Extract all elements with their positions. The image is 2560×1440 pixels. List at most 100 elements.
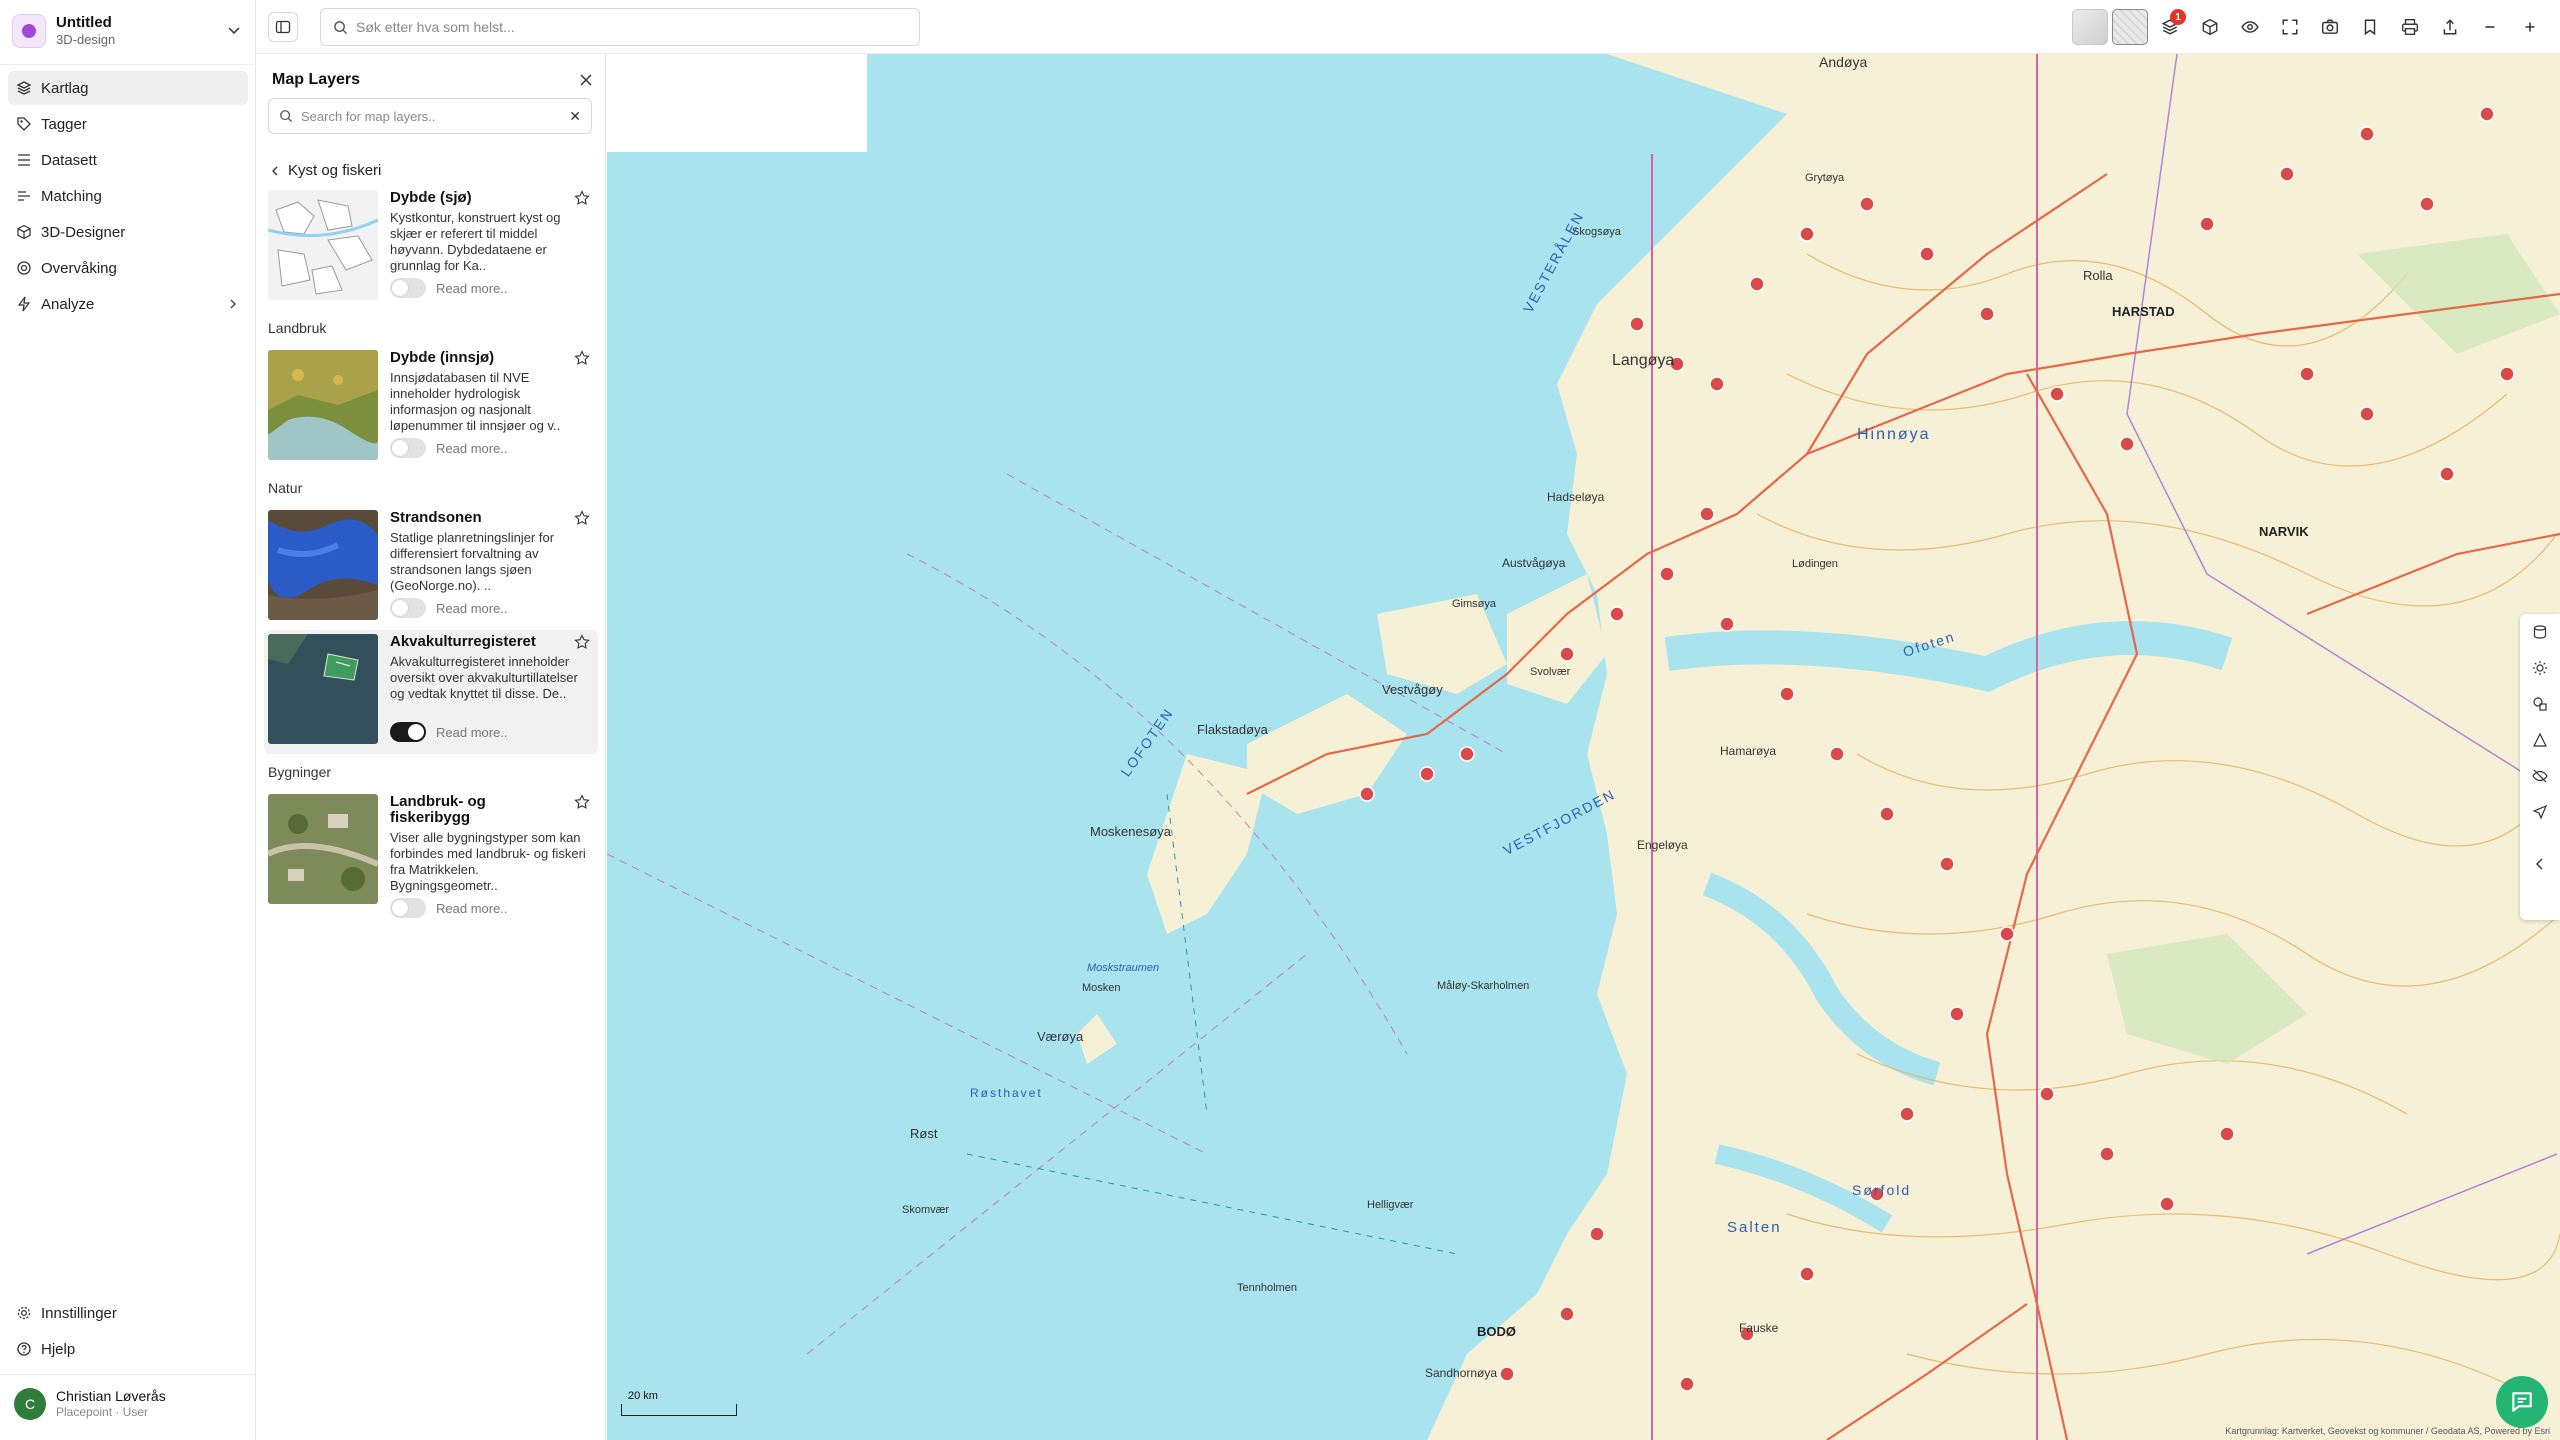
nav-item-overvaking[interactable]: Overvåking bbox=[8, 251, 248, 285]
map-label: Værøya bbox=[1037, 1029, 1084, 1044]
map-label: Langøya bbox=[1612, 352, 1675, 369]
map-label: Helligvær bbox=[1367, 1199, 1414, 1211]
chevron-right-icon bbox=[230, 299, 236, 309]
layer-card[interactable]: Strandsonen Statlige planretningslinjer … bbox=[264, 506, 598, 630]
map-label: Fauske bbox=[1739, 1321, 1779, 1335]
zoom-out-button[interactable] bbox=[2472, 9, 2508, 45]
nav-item-kartlag[interactable]: Kartlag bbox=[8, 71, 248, 105]
project-type: 3D-design bbox=[56, 32, 116, 47]
layers-toggle-button[interactable]: 1 bbox=[2152, 9, 2188, 45]
map-label: Hamarøya bbox=[1720, 744, 1777, 758]
map-label: Moskenesøya bbox=[1090, 824, 1171, 839]
breadcrumb[interactable]: Kyst og fiskeri bbox=[268, 162, 381, 179]
read-more-link[interactable]: Read more.. bbox=[436, 601, 508, 616]
nav-item-label: Overvåking bbox=[41, 259, 117, 277]
clear-search-icon[interactable]: ✕ bbox=[569, 108, 581, 125]
main-sidebar: Untitled 3D-design Kartlag Tagger Datase… bbox=[0, 0, 256, 1440]
layer-toggle[interactable] bbox=[390, 722, 426, 742]
save-layer-button[interactable] bbox=[2520, 614, 2560, 650]
map-side-tools bbox=[2520, 614, 2560, 920]
navigate-button[interactable] bbox=[2520, 794, 2560, 830]
nav-item-tagger[interactable]: Tagger bbox=[8, 107, 248, 141]
search-input[interactable] bbox=[356, 19, 896, 35]
favorite-star-icon[interactable] bbox=[574, 190, 590, 206]
sidebar-toggle-button[interactable] bbox=[268, 12, 298, 42]
nav-item-matching[interactable]: Matching bbox=[8, 179, 248, 213]
collapse-tools-button[interactable] bbox=[2520, 846, 2560, 882]
map-label: HARSTAD bbox=[2112, 304, 2175, 319]
map-label: Mosken bbox=[1082, 982, 1121, 994]
layer-list: Dybde (sjø) Kystkontur, konstruert kyst … bbox=[264, 186, 598, 918]
layers-icon bbox=[16, 81, 32, 95]
nav-item-3d-designer[interactable]: 3D-Designer bbox=[8, 215, 248, 249]
user-role: Placepoint · User bbox=[56, 1405, 149, 1419]
nav-item-help[interactable]: Hjelp bbox=[8, 1332, 248, 1366]
layer-name: Dybde (innsjø) bbox=[390, 349, 495, 366]
layer-card[interactable]: Akvakulturregisteret Akvakulturregistere… bbox=[264, 630, 598, 754]
chat-button[interactable] bbox=[2496, 1376, 2548, 1428]
layer-search-input[interactable] bbox=[301, 108, 561, 124]
bookmark-button[interactable] bbox=[2352, 9, 2388, 45]
close-icon[interactable] bbox=[578, 72, 594, 88]
basemap-3d-button[interactable] bbox=[2072, 9, 2108, 45]
map-label: Skogsøya bbox=[1572, 226, 1621, 238]
breadcrumb-label: Kyst og fiskeri bbox=[288, 162, 382, 179]
cube-icon bbox=[2202, 18, 2218, 36]
layer-card[interactable]: Dybde (innsjø) Innsjødatabasen til NVE i… bbox=[264, 346, 598, 470]
layer-toggle[interactable] bbox=[390, 438, 426, 458]
fullscreen-button[interactable] bbox=[2272, 9, 2308, 45]
sun-icon bbox=[2533, 661, 2547, 675]
read-more-link[interactable]: Read more.. bbox=[436, 725, 508, 740]
map-label: Lødingen bbox=[1792, 558, 1838, 570]
list-icon bbox=[18, 154, 30, 166]
print-button[interactable] bbox=[2392, 9, 2428, 45]
nav-item-label: Tagger bbox=[41, 115, 87, 133]
global-search[interactable] bbox=[320, 8, 920, 46]
avatar: C bbox=[14, 1388, 46, 1420]
layer-toggle[interactable] bbox=[390, 598, 426, 618]
map-label: Andøya bbox=[1819, 54, 1868, 70]
nav-item-settings[interactable]: Innstillinger bbox=[8, 1296, 248, 1330]
map-label: Engeløya bbox=[1637, 838, 1688, 852]
search-icon bbox=[334, 20, 348, 34]
read-more-link[interactable]: Read more.. bbox=[436, 281, 508, 296]
layer-description: Kystkontur, konstruert kyst og skjær er … bbox=[390, 210, 561, 273]
favorite-star-icon[interactable] bbox=[574, 350, 590, 366]
chat-icon bbox=[2512, 1392, 2532, 1412]
layer-toggle[interactable] bbox=[390, 898, 426, 918]
layer-card[interactable]: Dybde (sjø) Kystkontur, konstruert kyst … bbox=[264, 186, 598, 310]
read-more-link[interactable]: Read more.. bbox=[436, 441, 508, 456]
map-label: NARVIK bbox=[2259, 524, 2309, 539]
layer-search[interactable]: ✕ bbox=[268, 98, 592, 134]
visibility-button[interactable] bbox=[2232, 9, 2268, 45]
favorite-star-icon[interactable] bbox=[574, 510, 590, 526]
layer-toggle[interactable] bbox=[390, 278, 426, 298]
favorite-star-icon[interactable] bbox=[574, 794, 590, 810]
layer-name: Strandsonen bbox=[390, 509, 482, 526]
layer-card[interactable]: Landbruk- og fiskeribygg Viser alle bygn… bbox=[264, 790, 598, 918]
plus-icon bbox=[2525, 22, 2535, 32]
map-blank-area bbox=[607, 54, 867, 152]
shapes-button[interactable] bbox=[2520, 686, 2560, 722]
hide-button[interactable] bbox=[2520, 758, 2560, 794]
map-canvas[interactable]: Andøya VESTERÅLEN Langøya Hinnøya HARSTA… bbox=[607, 54, 2560, 1440]
camera-icon bbox=[2321, 19, 2339, 34]
sun-button[interactable] bbox=[2520, 650, 2560, 686]
screenshot-button[interactable] bbox=[2312, 9, 2348, 45]
map-label: Austvågøya bbox=[1502, 556, 1566, 570]
basemap-map-button[interactable] bbox=[2112, 9, 2148, 45]
export-button[interactable] bbox=[2432, 9, 2468, 45]
nav-item-datasett[interactable]: Datasett bbox=[8, 143, 248, 177]
zoom-in-button[interactable] bbox=[2512, 9, 2548, 45]
favorite-star-icon[interactable] bbox=[574, 634, 590, 650]
3d-view-button[interactable] bbox=[2192, 9, 2228, 45]
map-label: Flakstadøya bbox=[1197, 722, 1268, 737]
measure-button[interactable] bbox=[2520, 722, 2560, 758]
chevron-left-icon bbox=[2536, 858, 2543, 870]
nav-item-analyze[interactable]: Analyze bbox=[8, 287, 248, 321]
project-switcher[interactable]: Untitled 3D-design bbox=[12, 10, 244, 52]
user-profile[interactable]: C Christian Løverås Placepoint · User bbox=[14, 1388, 166, 1420]
layer-thumbnail bbox=[268, 794, 378, 904]
map-label: Skomvær bbox=[902, 1204, 950, 1216]
read-more-link[interactable]: Read more.. bbox=[436, 901, 508, 916]
